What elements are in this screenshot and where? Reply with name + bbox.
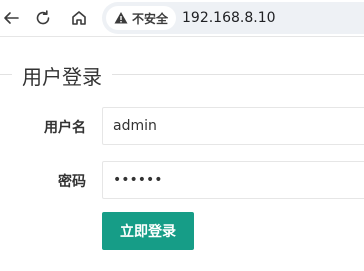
- form-legend: 用户登录: [22, 65, 102, 89]
- username-label: 用户名: [44, 120, 86, 136]
- password-input[interactable]: [102, 161, 364, 199]
- address-bar[interactable]: 不安全 192.168.8.10: [102, 2, 364, 34]
- security-label: 不安全: [132, 11, 169, 26]
- url-text[interactable]: 192.168.8.10: [182, 10, 276, 26]
- warning-icon: [114, 12, 128, 24]
- fieldset-border-left: [0, 74, 12, 75]
- browser-toolbar: 不安全 192.168.8.10: [0, 0, 364, 37]
- security-chip[interactable]: 不安全: [106, 6, 176, 30]
- home-icon[interactable]: [68, 7, 90, 29]
- reload-icon[interactable]: [32, 7, 54, 29]
- login-button[interactable]: 立即登录: [102, 212, 194, 250]
- username-input[interactable]: [102, 107, 364, 145]
- back-arrow-icon[interactable]: [0, 7, 22, 29]
- password-label: 密码: [58, 174, 86, 190]
- fieldset-border-right: [112, 74, 364, 75]
